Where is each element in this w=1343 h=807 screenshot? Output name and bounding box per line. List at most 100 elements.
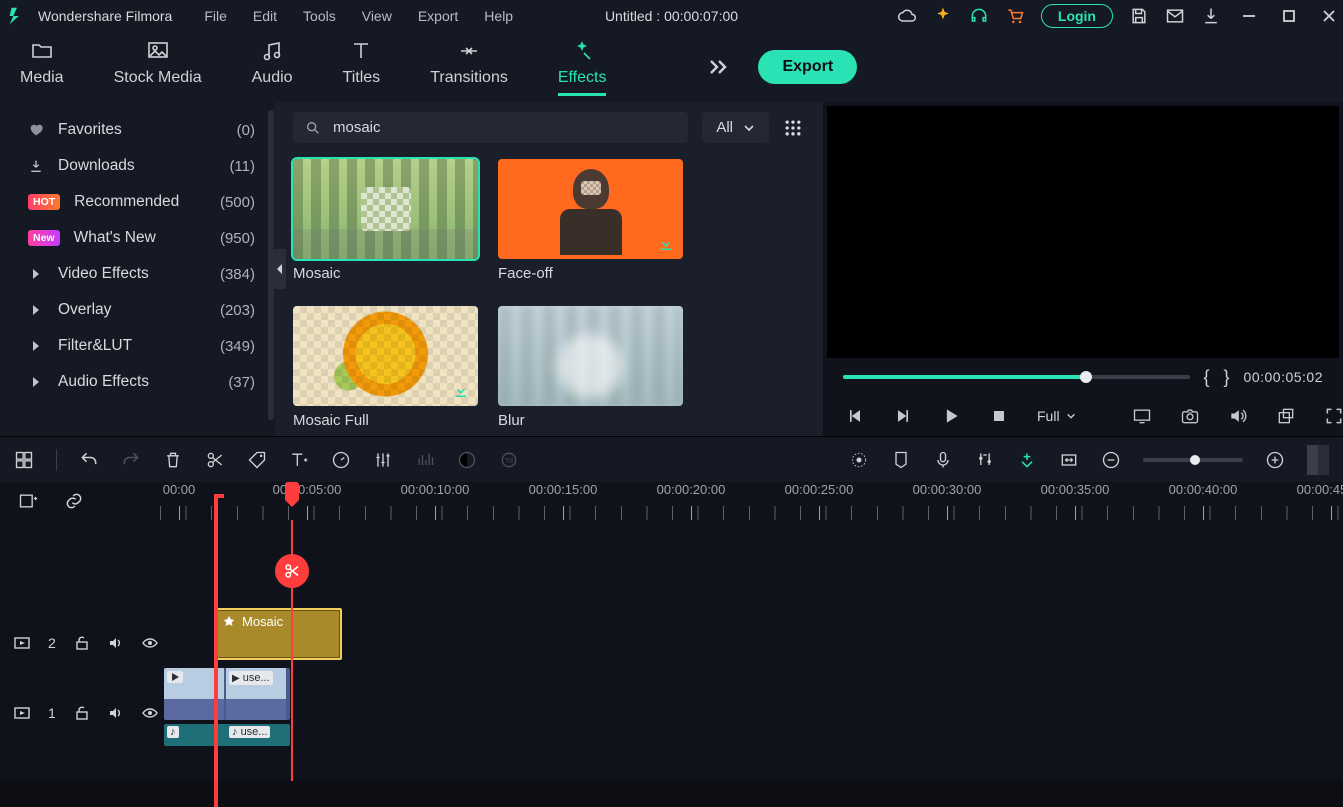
stop-icon[interactable] [989, 406, 1009, 426]
render-icon[interactable] [849, 450, 869, 470]
link-icon[interactable] [64, 491, 84, 511]
sidebar-item-video-effects[interactable]: Video Effects (384) [0, 256, 275, 292]
magnetic-icon[interactable] [1017, 450, 1037, 470]
export-button[interactable]: Export [758, 50, 857, 84]
cart-icon[interactable] [1005, 6, 1025, 26]
search-box[interactable] [293, 112, 688, 143]
menu-help[interactable]: Help [484, 8, 513, 24]
filter-dropdown[interactable]: All [702, 112, 769, 143]
menu-export[interactable]: Export [418, 8, 458, 24]
effect-thumbnail[interactable] [498, 159, 683, 259]
delete-icon[interactable] [163, 450, 183, 470]
cloud-icon[interactable] [897, 6, 917, 26]
effect-thumbnail[interactable] [293, 306, 478, 406]
zoom-slider[interactable] [1143, 458, 1243, 462]
marker-icon[interactable] [891, 450, 911, 470]
voiceover-icon[interactable] [933, 450, 953, 470]
download-icon[interactable] [1201, 6, 1221, 26]
download-effect-icon[interactable] [657, 235, 675, 253]
nav-transitions[interactable]: Transitions [430, 39, 508, 93]
sidebar-item-favorites[interactable]: Favorites (0) [0, 112, 275, 148]
menu-view[interactable]: View [362, 8, 392, 24]
eye-icon[interactable] [142, 635, 158, 651]
display-icon[interactable] [1132, 406, 1152, 426]
sidebar-item-overlay[interactable]: Overlay (203) [0, 292, 275, 328]
add-media-icon[interactable] [18, 491, 38, 511]
expand-icon[interactable] [706, 55, 730, 79]
mark-in-icon[interactable]: { [1204, 367, 1210, 388]
add-track-icon[interactable] [14, 450, 34, 470]
popout-icon[interactable] [1276, 406, 1296, 426]
mute-icon[interactable] [108, 705, 124, 721]
scissors-icon[interactable] [205, 450, 225, 470]
tag-icon[interactable] [247, 450, 267, 470]
redo-icon[interactable] [121, 450, 141, 470]
effect-card[interactable]: Face-off [498, 159, 683, 284]
grid-view-icon[interactable] [783, 118, 803, 138]
color-icon[interactable] [457, 450, 477, 470]
clip-effect-mosaic[interactable]: Mosaic [214, 608, 342, 660]
fit-zoom-icon[interactable] [1059, 450, 1079, 470]
nav-titles[interactable]: Titles [343, 39, 381, 93]
collapse-sidebar-button[interactable] [274, 249, 286, 289]
sidebar-item-whatsnew[interactable]: NewWhat's New (950) [0, 220, 275, 256]
timeline-minimap[interactable] [1307, 445, 1329, 475]
login-button[interactable]: Login [1041, 4, 1113, 28]
range-start-marker[interactable] [214, 494, 218, 807]
menu-file[interactable]: File [204, 8, 227, 24]
preview-video[interactable] [827, 106, 1339, 358]
effect-card[interactable]: Mosaic [293, 159, 478, 284]
mail-icon[interactable] [1165, 6, 1185, 26]
unlock-icon[interactable] [74, 635, 90, 651]
timeline-ruler[interactable]: 00:0000:00:05:0000:00:10:0000:00:15:0000… [160, 482, 1343, 520]
track-header-1[interactable]: 1 [0, 678, 160, 748]
effect-thumbnail[interactable] [498, 306, 683, 406]
effect-card[interactable]: Blur [498, 306, 683, 431]
nav-audio[interactable]: Audio [252, 39, 293, 93]
headset-icon[interactable] [969, 6, 989, 26]
zoom-in-icon[interactable] [1265, 450, 1285, 470]
unlock-icon[interactable] [74, 705, 90, 721]
zoom-out-icon[interactable] [1101, 450, 1121, 470]
speed-icon[interactable] [331, 450, 351, 470]
equalizer-icon[interactable] [415, 450, 435, 470]
close-icon[interactable] [1321, 8, 1337, 24]
mark-out-icon[interactable]: } [1224, 367, 1230, 388]
undo-icon[interactable] [79, 450, 99, 470]
nav-effects[interactable]: Effects [558, 39, 607, 96]
preview-seek-slider[interactable] [843, 375, 1190, 379]
play-icon[interactable] [941, 406, 961, 426]
effect-card[interactable]: Mosaic Full [293, 306, 478, 431]
clip-video[interactable]: ▶ use... [164, 668, 290, 720]
playhead[interactable] [291, 520, 293, 781]
download-effect-icon[interactable] [452, 382, 470, 400]
sidebar-item-audio-effects[interactable]: Audio Effects (37) [0, 364, 275, 400]
save-icon[interactable] [1129, 6, 1149, 26]
sidebar-item-filter-lut[interactable]: Filter&LUT (349) [0, 328, 275, 364]
keyframe-tool-icon[interactable]: Td [499, 450, 519, 470]
clip-audio[interactable]: ♪ ♪ use... [164, 724, 290, 746]
preview-quality-dropdown[interactable]: Full [1037, 408, 1076, 424]
nav-stock-media[interactable]: Stock Media [114, 39, 202, 93]
sidebar-item-recommended[interactable]: HOTRecommended (500) [0, 184, 275, 220]
snapshot-icon[interactable] [1180, 406, 1200, 426]
search-input[interactable] [333, 119, 676, 136]
menu-tools[interactable]: Tools [303, 8, 336, 24]
sidebar-item-downloads[interactable]: Downloads (11) [0, 148, 275, 184]
audio-mixer-icon[interactable] [975, 450, 995, 470]
adjust-icon[interactable] [373, 450, 393, 470]
split-button[interactable] [275, 554, 309, 588]
effect-thumbnail[interactable] [293, 159, 478, 259]
minimize-icon[interactable] [1241, 8, 1257, 24]
step-back-icon[interactable] [845, 406, 865, 426]
fullscreen-icon[interactable] [1324, 406, 1343, 426]
step-forward-icon[interactable] [893, 406, 913, 426]
add-text-icon[interactable] [289, 450, 309, 470]
sparkle-icon[interactable] [933, 6, 953, 26]
maximize-icon[interactable] [1281, 8, 1297, 24]
menu-edit[interactable]: Edit [253, 8, 277, 24]
eye-icon[interactable] [142, 705, 158, 721]
mute-icon[interactable] [108, 635, 124, 651]
nav-media[interactable]: Media [20, 39, 64, 93]
volume-icon[interactable] [1228, 406, 1248, 426]
